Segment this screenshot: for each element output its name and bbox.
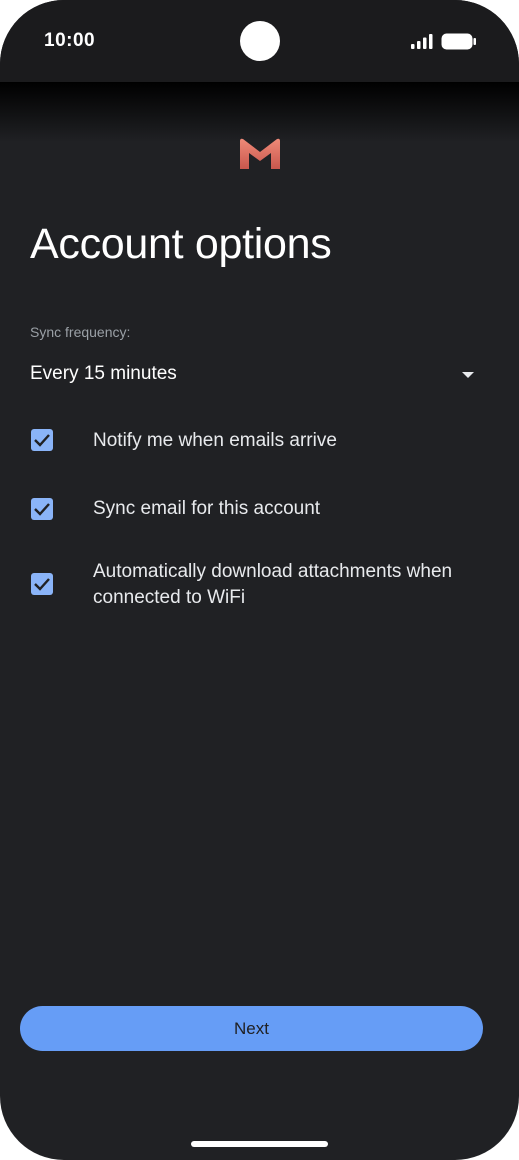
status-time: 10:00: [44, 30, 96, 51]
sync-frequency-dropdown[interactable]: Every 15 minutes: [30, 357, 482, 393]
notify-option[interactable]: Notify me when emails arrive: [30, 428, 500, 454]
checkmark-icon: [34, 503, 50, 516]
sync-email-label: Sync email for this account: [93, 498, 321, 519]
auto-download-label: Automatically download attachments when …: [93, 561, 453, 608]
gmail-m-logo-icon: [240, 138, 280, 169]
dropdown-arrow-icon: [462, 372, 474, 378]
sync-frequency-label: Sync frequency:: [30, 324, 131, 340]
front-camera-cutout: [240, 21, 280, 61]
status-bar: 10:00: [0, 0, 519, 82]
battery-icon: [441, 33, 476, 50]
phone-screen: 10:00 Account options Sync frequency: Ev…: [0, 0, 519, 1160]
sync-email-checkbox[interactable]: [31, 498, 53, 520]
next-button[interactable]: Next: [20, 1006, 483, 1051]
notify-label: Notify me when emails arrive: [93, 430, 337, 451]
page-title: Account options: [30, 220, 332, 268]
auto-download-checkbox[interactable]: [31, 573, 53, 595]
checkmark-icon: [34, 578, 50, 591]
header-gradient: [0, 82, 519, 142]
sync-email-option[interactable]: Sync email for this account: [30, 496, 500, 522]
home-indicator[interactable]: [191, 1141, 328, 1147]
auto-download-option[interactable]: Automatically download attachments when …: [30, 559, 500, 611]
checkmark-icon: [34, 434, 50, 447]
signal-icon: [411, 34, 433, 49]
sync-frequency-value: Every 15 minutes: [30, 363, 177, 384]
notify-checkbox[interactable]: [31, 429, 53, 451]
